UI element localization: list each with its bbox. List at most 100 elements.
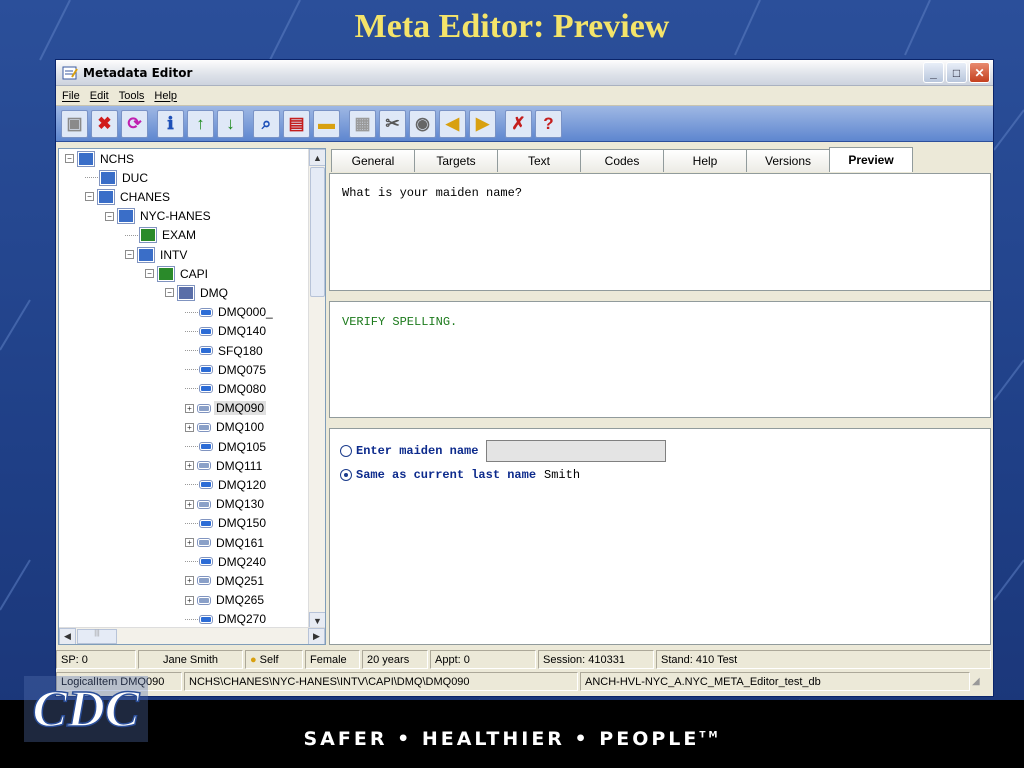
scroll-up-button[interactable]: ▲	[309, 149, 325, 166]
tools-button[interactable]: ✂	[379, 109, 406, 138]
tab-preview[interactable]: Preview	[829, 147, 913, 172]
tree-connector	[185, 618, 198, 620]
collapse-icon[interactable]: −	[65, 154, 74, 163]
tree-connector	[85, 177, 98, 179]
tree-node[interactable]: DMQ080	[185, 379, 268, 398]
us-flag-button[interactable]: ▤	[283, 109, 310, 138]
refresh-button[interactable]: ⟳	[121, 109, 148, 138]
expand-icon[interactable]: +	[185, 538, 194, 547]
move-up-button[interactable]: ↑	[187, 109, 214, 138]
tree-node[interactable]: DMQ105	[185, 437, 268, 456]
item-icon	[199, 346, 213, 355]
tree-node-label: DMQ080	[218, 381, 267, 396]
maiden-name-input[interactable]	[486, 440, 667, 462]
tree-node[interactable]: DMQ075	[185, 360, 268, 379]
tab-targets[interactable]: Targets	[414, 149, 498, 172]
tree-node[interactable]: + DMQ100	[185, 418, 266, 437]
next-button[interactable]: ▶	[469, 109, 496, 138]
tab-codes[interactable]: Codes	[580, 149, 664, 172]
tree-node-label: INTV	[160, 247, 188, 262]
item-icon	[199, 384, 213, 394]
tree-node[interactable]: + DMQ161	[185, 533, 266, 552]
move-down-button[interactable]: ↓	[217, 109, 244, 138]
tree-node[interactable]: DMQ140	[185, 322, 268, 341]
collapse-icon[interactable]: −	[85, 192, 94, 202]
form-icon	[139, 227, 157, 244]
audio-button[interactable]: ◉	[409, 109, 436, 138]
search-button[interactable]: ⌕	[253, 109, 280, 138]
scroll-right-button[interactable]: ▶	[308, 628, 325, 644]
window-titlebar[interactable]: Metadata Editor _ □ ✕	[56, 60, 993, 86]
spain-flag-button[interactable]: ▬	[313, 109, 340, 138]
tree-node[interactable]: − NYC-HANES	[105, 207, 213, 226]
resize-grip-icon[interactable]: ◢	[972, 674, 988, 690]
tree-node[interactable]: − DMQ	[165, 283, 230, 302]
tab-general[interactable]: General	[331, 149, 415, 172]
expand-icon[interactable]: +	[185, 403, 194, 413]
tree-node[interactable]: − NCHS	[65, 149, 136, 168]
group-icon	[137, 246, 155, 263]
menu-edit[interactable]: Edit	[90, 90, 109, 102]
tree-node[interactable]: DMQ000_	[185, 303, 275, 322]
expand-icon[interactable]: +	[185, 461, 194, 471]
previous-button[interactable]: ◀	[439, 109, 466, 138]
tree-node[interactable]: + DMQ251	[185, 571, 266, 590]
tab-text[interactable]: Text	[497, 149, 581, 172]
collapse-icon[interactable]: −	[125, 250, 134, 259]
collapse-icon[interactable]: −	[145, 269, 154, 279]
tree-horizontal-scrollbar[interactable]: ◀ ||| ▶	[59, 627, 325, 644]
scroll-thumb[interactable]	[310, 167, 325, 297]
expand-icon[interactable]: +	[185, 499, 194, 509]
minimize-button[interactable]: _	[923, 62, 944, 83]
tree-node[interactable]: + DMQ130	[185, 495, 266, 514]
expand-icon[interactable]: +	[185, 595, 194, 605]
tree-node[interactable]: DMQ240	[185, 552, 268, 571]
tree-node[interactable]: DUC	[85, 168, 150, 187]
answer-panel: Enter maiden name Same as current last n…	[329, 428, 991, 645]
menu-help[interactable]: Help	[154, 90, 177, 102]
menu-tools[interactable]: Tools	[119, 90, 145, 102]
tree-node[interactable]: + DMQ090	[185, 399, 267, 418]
save-button[interactable]: ▣	[61, 109, 88, 138]
collapse-icon[interactable]: −	[105, 211, 114, 221]
slide-title: Meta Editor: Preview	[354, 8, 670, 45]
help-button[interactable]: ?	[535, 109, 562, 138]
scroll-left-button[interactable]: ◀	[59, 628, 76, 644]
tree-node[interactable]: SFQ180	[185, 341, 265, 360]
tree-node[interactable]: DMQ120	[185, 475, 268, 494]
status-path: NCHS\CHANES\NYC-HANES\INTV\CAPI\DMQ\DMQ0…	[184, 672, 578, 691]
option2-radio[interactable]	[340, 469, 352, 481]
metadata-editor-window: Metadata Editor _ □ ✕ File Edit Tools He…	[55, 59, 994, 697]
tree-node[interactable]: EXAM	[125, 226, 198, 245]
info-button[interactable]: ℹ	[157, 109, 184, 138]
answer-option-same-as-last-name[interactable]: Same as current last name Smith	[340, 463, 980, 487]
tree-node[interactable]: − CHANES	[85, 187, 172, 206]
document-button[interactable]: ▦	[349, 109, 376, 138]
previous-icon: ◀	[445, 113, 460, 133]
tree-node[interactable]: + DMQ265	[185, 591, 266, 610]
tab-help[interactable]: Help	[663, 149, 747, 172]
maximize-button[interactable]: □	[946, 62, 967, 83]
delete-button[interactable]: ✖	[91, 109, 118, 138]
tree-node-label: DMQ075	[218, 362, 267, 377]
move-down-icon: ↓	[226, 113, 235, 133]
tree-vertical-scrollbar[interactable]: ▲ ▼	[308, 149, 325, 629]
tree-node[interactable]: DMQ150	[185, 514, 268, 533]
expand-icon[interactable]: +	[185, 576, 194, 586]
clear-button[interactable]: ✗	[505, 109, 532, 138]
tree-node[interactable]: − CAPI	[145, 264, 210, 283]
tab-versions[interactable]: Versions	[746, 149, 830, 172]
tree-node[interactable]: DMQ270	[185, 610, 268, 629]
horizontal-scroll-thumb[interactable]: |||	[77, 629, 117, 644]
menu-file[interactable]: File	[62, 90, 80, 102]
tree-node[interactable]: + DMQ111	[185, 456, 264, 475]
status-appt: Appt: 0	[430, 650, 536, 669]
option1-radio[interactable]	[340, 445, 352, 457]
refresh-icon: ⟳	[127, 113, 142, 133]
collapse-icon[interactable]: −	[165, 288, 174, 298]
close-button[interactable]: ✕	[969, 62, 990, 83]
expand-icon[interactable]: +	[185, 422, 194, 432]
help-icon: ?	[543, 113, 554, 133]
tree-node[interactable]: − INTV	[125, 245, 189, 264]
answer-option-enter-maiden-name[interactable]: Enter maiden name	[340, 439, 980, 463]
